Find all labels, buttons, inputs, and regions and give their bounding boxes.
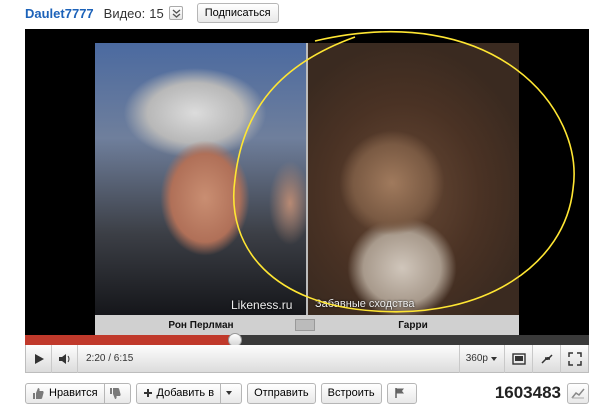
play-icon <box>34 353 44 364</box>
stats-button[interactable] <box>567 382 589 404</box>
dropdown-arrow-icon <box>491 356 497 361</box>
quality-button[interactable]: 360p <box>458 344 504 373</box>
add-to-group: Добавить в <box>135 382 243 404</box>
plus-icon <box>143 389 152 397</box>
fullscreen-button[interactable] <box>560 344 588 373</box>
share-button[interactable]: Отправить <box>247 382 316 404</box>
stats-chart-icon <box>571 388 585 399</box>
channel-bar: Daulet7777 Видео: 15 Подписаться <box>0 0 600 26</box>
time-display: 2:20 / 6:15 <box>86 353 134 364</box>
videos-count: 15 <box>149 5 164 21</box>
channel-name-link[interactable]: Daulet7777 <box>25 6 94 21</box>
popout-button[interactable] <box>504 344 532 373</box>
like-dislike-group: Нравится <box>25 382 131 404</box>
fullscreen-icon <box>567 351 582 366</box>
video-player[interactable]: Likeness.ru Забавные сходства Рон Перлма… <box>25 29 589 335</box>
action-bar: Нравится Добавить в Отправить Встроить 1… <box>25 382 589 404</box>
speaker-icon <box>58 353 69 364</box>
player-controls: 2:20 / 6:15 360p <box>25 344 589 373</box>
expand-player-button[interactable] <box>532 344 560 373</box>
popout-icon <box>511 352 526 365</box>
add-to-label: Добавить в <box>156 387 215 399</box>
add-to-dropdown-button[interactable] <box>221 382 243 404</box>
view-count: 1603483 <box>494 383 561 402</box>
thumbs-down-icon <box>109 387 121 399</box>
progress-bar[interactable] <box>25 333 589 347</box>
expand-videos-button[interactable] <box>168 6 183 20</box>
thumbs-up-icon <box>33 387 44 399</box>
like-label: Нравится <box>49 387 98 399</box>
volume-button[interactable] <box>52 344 78 373</box>
embed-button[interactable]: Встроить <box>320 382 382 404</box>
play-button[interactable] <box>26 344 52 373</box>
double-chevron-down-icon <box>172 9 181 18</box>
flag-icon <box>394 388 404 398</box>
videos-label: Видео: <box>103 5 146 21</box>
annotation-circle <box>233 30 575 313</box>
add-to-button[interactable]: Добавить в <box>135 382 222 404</box>
progress-played <box>25 335 236 345</box>
subscribe-button[interactable]: Подписаться <box>196 3 279 23</box>
expand-arrows-icon <box>540 353 553 364</box>
video-page: Daulet7777 Видео: 15 Подписаться Likenes… <box>0 0 600 410</box>
like-button[interactable]: Нравится <box>25 382 105 404</box>
dropdown-arrow-icon <box>226 391 233 395</box>
flag-button[interactable] <box>386 382 417 404</box>
quality-label: 360p <box>465 353 488 364</box>
dislike-button[interactable] <box>104 382 131 404</box>
